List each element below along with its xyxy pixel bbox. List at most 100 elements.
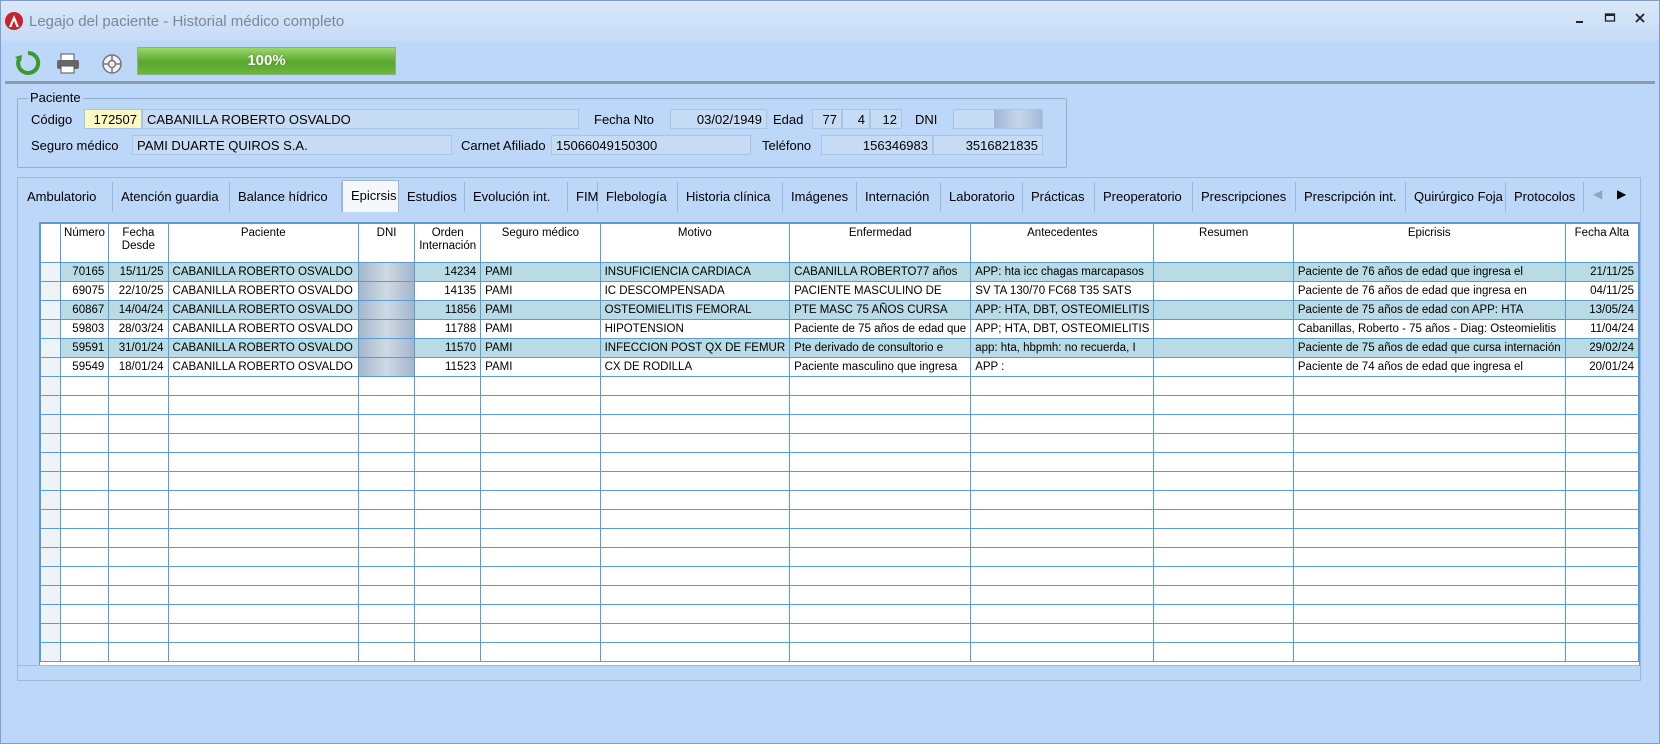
edad-days-field[interactable]: 12 bbox=[870, 109, 902, 129]
grid-cell[interactable] bbox=[1153, 262, 1294, 282]
grid-cell[interactable] bbox=[59, 604, 110, 624]
grid-cell[interactable] bbox=[59, 452, 110, 472]
grid-cell[interactable] bbox=[414, 471, 482, 491]
grid-cell[interactable] bbox=[789, 490, 972, 510]
grid-cell[interactable] bbox=[1153, 281, 1294, 301]
grid-cell[interactable]: 29/02/24 bbox=[1564, 338, 1639, 358]
empty-row[interactable] bbox=[40, 471, 1639, 491]
empty-row[interactable] bbox=[40, 414, 1639, 434]
grid-cell[interactable] bbox=[970, 395, 1155, 415]
column-header[interactable]: Fecha Alta bbox=[1564, 223, 1639, 263]
empty-row[interactable] bbox=[40, 547, 1639, 567]
grid-cell[interactable] bbox=[59, 528, 110, 548]
grid-cell[interactable]: Paciente masculino que ingresa bbox=[789, 357, 972, 377]
row-selector[interactable] bbox=[40, 604, 61, 624]
grid-cell[interactable]: APP: hta icc chagas marcapasos bbox=[970, 262, 1155, 282]
tab-imágenes[interactable]: Imágenes bbox=[783, 182, 857, 212]
grid-cell[interactable] bbox=[59, 433, 110, 453]
grid-cell[interactable] bbox=[108, 452, 169, 472]
empty-row[interactable] bbox=[40, 376, 1639, 396]
grid-cell[interactable] bbox=[1564, 623, 1639, 643]
grid-cell[interactable] bbox=[1564, 642, 1639, 662]
grid-cell[interactable] bbox=[599, 414, 791, 434]
grid-cell[interactable]: IC DESCOMPENSADA bbox=[599, 281, 791, 301]
grid-cell[interactable] bbox=[167, 395, 359, 415]
grid-cell[interactable] bbox=[1292, 509, 1566, 529]
grid-cell[interactable] bbox=[789, 509, 972, 529]
grid-cell[interactable] bbox=[1153, 490, 1294, 510]
grid-cell[interactable] bbox=[480, 585, 601, 605]
column-header[interactable]: DNI bbox=[357, 223, 416, 263]
grid-cell[interactable]: 28/03/24 bbox=[108, 319, 169, 339]
grid-cell[interactable] bbox=[1564, 566, 1639, 586]
grid-cell[interactable] bbox=[108, 623, 169, 643]
row-selector[interactable] bbox=[40, 376, 61, 396]
grid-cell[interactable] bbox=[167, 623, 359, 643]
grid-cell[interactable]: 14135 bbox=[414, 281, 482, 301]
patient-name-field[interactable]: CABANILLA ROBERTO OSVALDO bbox=[142, 109, 579, 129]
grid-cell[interactable] bbox=[414, 528, 482, 548]
empty-row[interactable] bbox=[40, 642, 1639, 662]
grid-cell[interactable] bbox=[1564, 528, 1639, 548]
grid-cell[interactable]: 14/04/24 bbox=[108, 300, 169, 320]
column-header[interactable]: Antecedentes bbox=[970, 223, 1155, 263]
grid-cell[interactable] bbox=[789, 433, 972, 453]
tab-scroll-right-icon[interactable]: ▶ bbox=[1617, 187, 1626, 201]
grid-cell[interactable] bbox=[167, 414, 359, 434]
empty-row[interactable] bbox=[40, 509, 1639, 529]
grid-cell[interactable] bbox=[480, 623, 601, 643]
tab-laboratorio[interactable]: Laboratorio bbox=[941, 182, 1023, 212]
grid-cell[interactable]: OSTEOMIELITIS FEMORAL bbox=[599, 300, 791, 320]
grid-cell[interactable] bbox=[599, 566, 791, 586]
grid-cell[interactable] bbox=[167, 566, 359, 586]
grid-cell[interactable] bbox=[108, 642, 169, 662]
grid-cell[interactable]: app: hta, hbpmh: no recuerda, I bbox=[970, 338, 1155, 358]
column-header[interactable]: Paciente bbox=[167, 223, 359, 263]
grid-cell[interactable] bbox=[357, 528, 416, 548]
grid-cell[interactable] bbox=[414, 376, 482, 396]
grid-cell[interactable] bbox=[414, 395, 482, 415]
grid-cell[interactable] bbox=[789, 528, 972, 548]
tab-balance-hídrico[interactable]: Balance hídrico bbox=[230, 182, 342, 212]
grid-cell[interactable] bbox=[1292, 604, 1566, 624]
grid-cell[interactable]: PAMI bbox=[480, 357, 601, 377]
row-selector[interactable] bbox=[40, 547, 61, 567]
row-selector[interactable] bbox=[40, 338, 61, 358]
grid-cell[interactable] bbox=[357, 414, 416, 434]
grid-cell[interactable] bbox=[480, 414, 601, 434]
grid-cell[interactable] bbox=[414, 414, 482, 434]
grid-cell[interactable] bbox=[108, 509, 169, 529]
grid-cell[interactable]: SV TA 130/70 FC68 T35 SATS bbox=[970, 281, 1155, 301]
grid-cell[interactable] bbox=[414, 642, 482, 662]
grid-cell[interactable] bbox=[970, 585, 1155, 605]
grid-cell[interactable] bbox=[1153, 395, 1294, 415]
grid-cell[interactable] bbox=[59, 623, 110, 643]
grid-cell[interactable] bbox=[1153, 433, 1294, 453]
row-selector[interactable] bbox=[40, 452, 61, 472]
grid-cell[interactable] bbox=[357, 547, 416, 567]
grid-cell[interactable] bbox=[789, 395, 972, 415]
column-header[interactable]: Seguro médico bbox=[480, 223, 601, 263]
grid-cell[interactable]: PAMI bbox=[480, 262, 601, 282]
grid-cell[interactable] bbox=[1153, 566, 1294, 586]
table-row[interactable]: 69075 22/10/25 CABANILLA ROBERTO OSVALDO 14… bbox=[40, 281, 1639, 301]
tab-scroll-left-icon[interactable]: ◀ bbox=[1593, 187, 1602, 201]
grid-cell[interactable] bbox=[59, 642, 110, 662]
grid-cell[interactable] bbox=[789, 376, 972, 396]
grid-cell[interactable]: Cabanillas, Roberto - 75 años - Diag: Os… bbox=[1292, 319, 1566, 339]
grid-cell[interactable] bbox=[167, 433, 359, 453]
row-selector[interactable] bbox=[40, 433, 61, 453]
grid-cell[interactable]: 15/11/25 bbox=[108, 262, 169, 282]
grid-cell[interactable] bbox=[108, 414, 169, 434]
print-icon[interactable] bbox=[53, 49, 83, 77]
grid-cell[interactable] bbox=[480, 452, 601, 472]
grid-cell[interactable] bbox=[599, 490, 791, 510]
grid-cell[interactable] bbox=[1292, 433, 1566, 453]
dni-field[interactable] bbox=[953, 109, 1043, 129]
row-selector[interactable] bbox=[40, 262, 61, 282]
grid-cell[interactable]: 59549 bbox=[59, 357, 110, 377]
grid-cell[interactable] bbox=[1153, 642, 1294, 662]
grid-cell[interactable] bbox=[970, 471, 1155, 491]
grid-cell[interactable] bbox=[414, 452, 482, 472]
grid-cell[interactable]: INSUFICIENCIA CARDIACA bbox=[599, 262, 791, 282]
